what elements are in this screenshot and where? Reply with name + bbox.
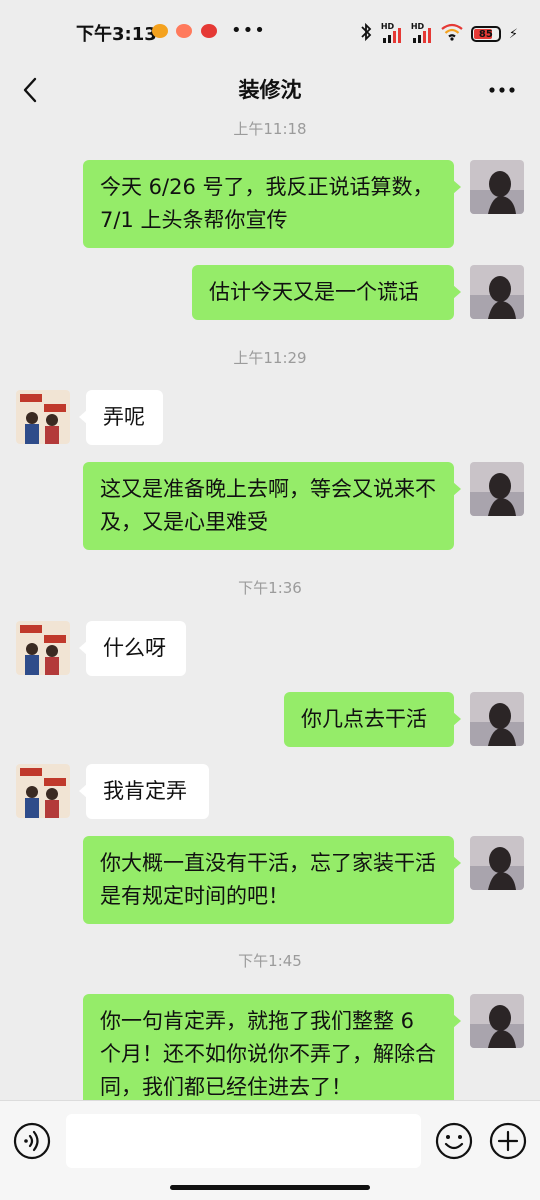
sent-message[interactable]: 这又是准备晚上去啊，等会又说来不及，又是心里难受 (83, 462, 461, 550)
sent-message[interactable]: 你几点去干活 (284, 692, 461, 747)
message-input[interactable] (66, 1114, 421, 1168)
message-list[interactable]: 上午11:18 今天 6/26 号了，我反正说话算数，7/1 上头条帮你宣传 估… (0, 118, 540, 1100)
status-bar: 下午3:13 ••• HD HD 85 ⚡ (0, 0, 540, 62)
my-avatar[interactable] (470, 692, 524, 746)
my-avatar[interactable] (470, 265, 524, 319)
contact-avatar[interactable] (16, 764, 70, 818)
emoji-button[interactable] (434, 1121, 474, 1161)
charging-icon: ⚡ (508, 26, 518, 42)
home-indicator (170, 1185, 370, 1190)
cell-signal-icon: HD (381, 22, 403, 43)
battery-icon: 85 (470, 26, 501, 42)
contact-avatar[interactable] (16, 390, 70, 444)
bluetooth-icon (359, 22, 373, 46)
received-message[interactable]: 什么呀 (79, 621, 186, 676)
received-message[interactable]: 弄呢 (79, 390, 163, 445)
plus-icon (489, 1122, 527, 1160)
more-options-button[interactable] (484, 72, 520, 108)
my-avatar[interactable] (470, 836, 524, 890)
voice-input-button[interactable] (12, 1121, 52, 1161)
my-avatar[interactable] (470, 994, 524, 1048)
more-notifications-icon: ••• (231, 20, 266, 41)
app-notification-icon (201, 24, 217, 38)
my-avatar[interactable] (470, 160, 524, 214)
more-icon (489, 87, 515, 93)
app-notification-icon (152, 24, 168, 38)
voice-icon (13, 1122, 51, 1160)
chat-title: 装修沈 (238, 78, 302, 102)
sent-message[interactable]: 今天 6/26 号了，我反正说话算数，7/1 上头条帮你宣传 (83, 160, 461, 248)
add-attachment-button[interactable] (488, 1121, 528, 1161)
nav-bar: 装修沈 (0, 62, 540, 118)
emoji-icon (435, 1122, 473, 1160)
sent-message[interactable]: 估计今天又是一个谎话 (192, 265, 461, 320)
app-notification-icon (176, 24, 192, 38)
timestamp: 下午1:45 (238, 952, 302, 970)
timestamp: 上午11:18 (233, 120, 307, 138)
status-time: 下午3:13 (76, 24, 157, 45)
received-message[interactable]: 我肯定弄 (79, 764, 209, 819)
sent-message[interactable]: 你一句肯定弄，就拖了我们整整 6 个月！还不如你说你不弄了，解除合同，我们都已经… (83, 994, 461, 1100)
contact-avatar[interactable] (16, 621, 70, 675)
my-avatar[interactable] (470, 462, 524, 516)
cell-signal-icon: HD (411, 22, 433, 43)
timestamp: 上午11:29 (233, 349, 307, 367)
sent-message[interactable]: 你大概一直没有干活，忘了家装干活是有规定时间的吧！ (83, 836, 461, 924)
timestamp: 下午1:36 (238, 579, 302, 597)
wifi-icon (441, 23, 463, 45)
